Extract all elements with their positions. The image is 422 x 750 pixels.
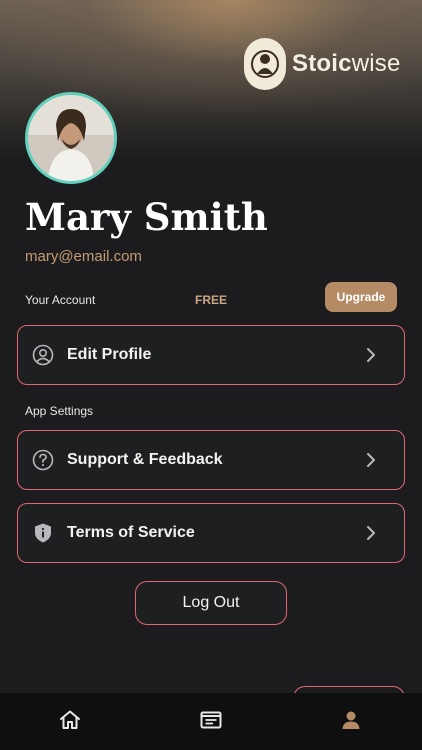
brand-name: Stoicwise [292, 50, 401, 78]
profile-email: mary@email.com [25, 248, 142, 265]
support-feedback-label: Support & Feedback [67, 451, 223, 468]
plan-badge: FREE [195, 293, 228, 307]
bottom-tab-bar [0, 693, 422, 750]
avatar-photo [28, 95, 114, 181]
profile-name: Mary Smith [25, 195, 268, 239]
brand-name-bold: Stoic [292, 50, 352, 77]
section-app-settings: App Settings [25, 404, 94, 418]
avatar[interactable] [25, 92, 117, 184]
question-circle-icon [32, 449, 54, 471]
logout-button[interactable]: Log Out [135, 581, 287, 625]
home-icon[interactable] [58, 708, 82, 732]
brand-name-rest: wise [351, 50, 401, 77]
edit-profile-label: Edit Profile [67, 346, 152, 363]
chevron-right-icon [367, 526, 375, 540]
upgrade-button[interactable]: Upgrade [325, 282, 397, 312]
terms-of-service-label: Terms of Service [67, 524, 195, 541]
shield-info-icon [35, 523, 51, 543]
terms-of-service-row[interactable]: Terms of Service [17, 503, 405, 563]
brand-logo: Stoicwise [244, 38, 401, 90]
support-feedback-row[interactable]: Support & Feedback [17, 430, 405, 490]
edit-profile-row[interactable]: Edit Profile [17, 325, 405, 385]
user-icon[interactable] [339, 708, 363, 732]
journal-icon[interactable] [199, 708, 223, 732]
bust-medallion-icon [244, 38, 286, 90]
chevron-right-icon [367, 348, 375, 362]
chevron-right-icon [367, 453, 375, 467]
user-circle-icon [32, 344, 54, 366]
account-label: Your Account [25, 293, 96, 307]
